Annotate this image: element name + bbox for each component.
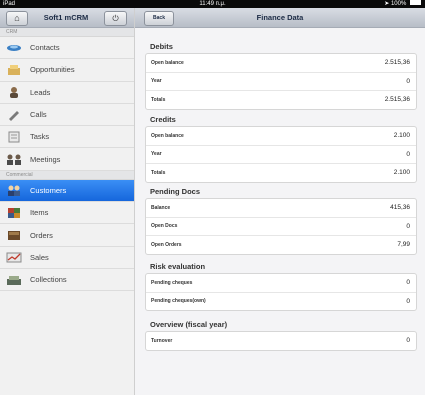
row-label: Pending cheques(own) <box>151 298 206 305</box>
section-title-overview: Overview (fiscal year) <box>150 320 228 329</box>
table-row: Year 0 <box>146 146 416 165</box>
sidebar-item-tasks[interactable]: Tasks <box>0 126 134 149</box>
sidebar: ⌂ Soft1 mCRM ⏻ CRM Contacts Opportunitie… <box>0 8 135 395</box>
row-value: 7,99 <box>397 241 410 249</box>
sales-icon <box>5 251 23 263</box>
leads-icon <box>5 86 23 99</box>
section-title-pending-docs: Pending Docs <box>150 187 201 196</box>
sidebar-item-customers[interactable]: Customers <box>0 179 134 203</box>
navigation-bar: Finance Data Back <box>135 8 425 28</box>
home-icon: ⌂ <box>14 13 20 23</box>
section-title-credits: Credits <box>150 115 176 124</box>
row-label: Totals <box>151 169 166 176</box>
row-label: Totals <box>151 96 166 103</box>
sidebar-item-orders[interactable]: Orders <box>0 224 134 247</box>
status-bar: iPad 11:49 п.μ. ➤ 100% <box>0 0 425 8</box>
table-row: Totals 2.100 <box>146 164 416 182</box>
sidebar-item-label: Orders <box>30 230 53 240</box>
table-row: Open balance 2.515,36 <box>146 54 416 73</box>
battery-indicator: ➤ 100% <box>384 0 421 8</box>
battery-icon <box>410 0 421 6</box>
sidebar-item-label: Contacts <box>30 43 60 53</box>
location-icon: ➤ <box>384 1 390 7</box>
row-value: 2.515,36 <box>384 96 410 104</box>
row-value: 0 <box>406 150 410 158</box>
tasks-icon <box>5 131 23 143</box>
items-icon <box>5 207 23 219</box>
sidebar-item-collections[interactable]: Collections <box>0 269 134 292</box>
row-label: Pending cheques <box>151 279 193 286</box>
table-row: Open balance 2.100 <box>146 127 416 146</box>
row-value: 0 <box>406 279 410 287</box>
table-row: Open Orders 7,99 <box>146 236 416 254</box>
sidebar-item-meetings[interactable]: Meetings <box>0 148 134 171</box>
sidebar-item-label: Customers <box>30 185 67 195</box>
sidebar-item-label: Meetings <box>30 154 61 164</box>
page-title: Finance Data <box>256 13 304 22</box>
row-label: Year <box>151 151 162 158</box>
row-value: 415,36 <box>390 204 410 212</box>
section-label-crm: CRM <box>0 28 134 37</box>
power-icon: ⏻ <box>112 14 119 23</box>
row-value: 0 <box>406 337 410 345</box>
row-label: Open balance <box>151 59 184 66</box>
back-button[interactable]: Back <box>144 11 174 26</box>
overview-card: Turnover 0 <box>145 331 417 351</box>
meetings-icon <box>5 153 23 166</box>
section-title-risk-evaluation: Risk evaluation <box>150 262 206 271</box>
clock: 11:49 п.μ. <box>199 1 226 7</box>
row-label: Open Docs <box>151 223 178 230</box>
sidebar-item-label: Opportunities <box>30 65 75 75</box>
row-label: Year <box>151 78 162 85</box>
home-button[interactable]: ⌂ <box>6 11 28 26</box>
collections-icon <box>5 274 23 286</box>
credits-card: Open balance 2.100 Year 0 Totals 2.100 <box>145 126 417 183</box>
sidebar-item-label: Leads <box>30 87 51 97</box>
app-title: Soft1 mCRM <box>43 13 89 22</box>
row-label: Open balance <box>151 132 184 139</box>
risk-evaluation-card: Pending cheques 0 Pending cheques(own) 0 <box>145 273 417 312</box>
row-label: Open Orders <box>151 241 182 248</box>
row-value: 0 <box>406 222 410 230</box>
table-row: Pending cheques(own) 0 <box>146 293 416 311</box>
table-row: Year 0 <box>146 73 416 92</box>
debits-card: Open balance 2.515,36 Year 0 Totals 2.51… <box>145 53 417 110</box>
logout-button[interactable]: ⏻ <box>104 11 127 26</box>
sidebar-item-label: Items <box>30 208 49 218</box>
row-value: 2.100 <box>393 169 410 177</box>
row-value: 0 <box>406 77 410 85</box>
sidebar-item-label: Tasks <box>30 132 50 142</box>
row-value: 2.515,36 <box>384 59 410 67</box>
battery-percent: 100% <box>390 1 407 7</box>
calls-icon <box>5 109 23 121</box>
sidebar-item-sales[interactable]: Sales <box>0 247 134 269</box>
table-row: Totals 2.515,36 <box>146 91 416 109</box>
table-row: Turnover 0 <box>146 332 416 350</box>
sidebar-item-opportunities[interactable]: Opportunities <box>0 59 134 82</box>
sidebar-item-leads[interactable]: Leads <box>0 82 134 104</box>
sidebar-item-items[interactable]: Items <box>0 202 134 225</box>
sidebar-item-label: Calls <box>30 110 47 120</box>
contacts-icon <box>5 42 23 54</box>
sidebar-item-calls[interactable]: Calls <box>0 104 134 127</box>
orders-icon <box>5 229 23 241</box>
table-row: Pending cheques 0 <box>146 274 416 293</box>
section-label-commercial: Commercial <box>0 170 134 180</box>
opportunities-icon <box>5 64 23 76</box>
section-title-debits: Debits <box>150 42 173 51</box>
row-label: Balance <box>151 204 171 211</box>
table-row: Open Docs 0 <box>146 218 416 237</box>
sidebar-item-label: Collections <box>30 275 67 285</box>
sidebar-item-label: Sales <box>30 252 49 262</box>
sidebar-item-contacts[interactable]: Contacts <box>0 37 134 60</box>
row-value: 0 <box>406 297 410 305</box>
row-label: Turnover <box>151 337 173 344</box>
pending-docs-card: Balance 415,36 Open Docs 0 Open Orders 7… <box>145 198 417 255</box>
sidebar-header: ⌂ Soft1 mCRM ⏻ <box>0 8 134 28</box>
row-value: 2.100 <box>393 132 410 140</box>
table-row: Balance 415,36 <box>146 199 416 218</box>
customers-icon <box>5 184 23 197</box>
finance-panel: Debits Open balance 2.515,36 Year 0 Tota… <box>135 28 425 395</box>
